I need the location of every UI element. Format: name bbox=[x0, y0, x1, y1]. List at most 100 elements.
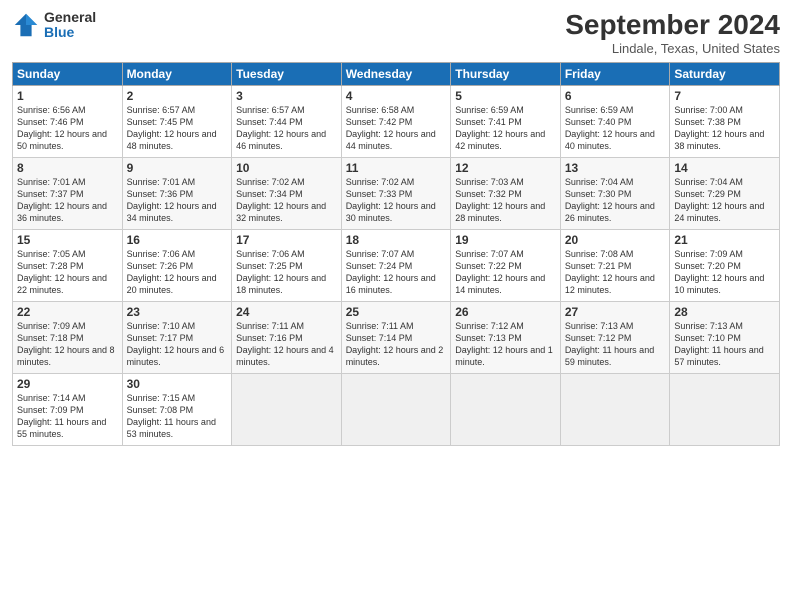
calendar-cell: 9Sunrise: 7:01 AMSunset: 7:36 PMDaylight… bbox=[122, 157, 232, 229]
day-info: Sunrise: 7:15 AMSunset: 7:08 PMDaylight:… bbox=[127, 392, 228, 441]
day-info: Sunrise: 7:00 AMSunset: 7:38 PMDaylight:… bbox=[674, 104, 775, 153]
day-number: 21 bbox=[674, 233, 775, 247]
calendar-cell: 24Sunrise: 7:11 AMSunset: 7:16 PMDayligh… bbox=[232, 301, 342, 373]
day-number: 8 bbox=[17, 161, 118, 175]
day-info: Sunrise: 7:13 AMSunset: 7:10 PMDaylight:… bbox=[674, 320, 775, 369]
day-number: 20 bbox=[565, 233, 666, 247]
calendar-week-row-3: 15Sunrise: 7:05 AMSunset: 7:28 PMDayligh… bbox=[13, 229, 780, 301]
day-info: Sunrise: 7:02 AMSunset: 7:33 PMDaylight:… bbox=[346, 176, 447, 225]
day-number: 12 bbox=[455, 161, 556, 175]
day-info: Sunrise: 7:07 AMSunset: 7:22 PMDaylight:… bbox=[455, 248, 556, 297]
day-number: 14 bbox=[674, 161, 775, 175]
calendar-cell: 22Sunrise: 7:09 AMSunset: 7:18 PMDayligh… bbox=[13, 301, 123, 373]
calendar-cell: 4Sunrise: 6:58 AMSunset: 7:42 PMDaylight… bbox=[341, 85, 451, 157]
calendar-table: Sunday Monday Tuesday Wednesday Thursday… bbox=[12, 62, 780, 446]
day-number: 2 bbox=[127, 89, 228, 103]
calendar-cell: 27Sunrise: 7:13 AMSunset: 7:12 PMDayligh… bbox=[560, 301, 670, 373]
calendar-cell: 29Sunrise: 7:14 AMSunset: 7:09 PMDayligh… bbox=[13, 373, 123, 445]
calendar-cell: 26Sunrise: 7:12 AMSunset: 7:13 PMDayligh… bbox=[451, 301, 561, 373]
calendar-cell: 19Sunrise: 7:07 AMSunset: 7:22 PMDayligh… bbox=[451, 229, 561, 301]
calendar-week-row-4: 22Sunrise: 7:09 AMSunset: 7:18 PMDayligh… bbox=[13, 301, 780, 373]
calendar-week-row-5: 29Sunrise: 7:14 AMSunset: 7:09 PMDayligh… bbox=[13, 373, 780, 445]
calendar-cell bbox=[670, 373, 780, 445]
calendar-week-row-2: 8Sunrise: 7:01 AMSunset: 7:37 PMDaylight… bbox=[13, 157, 780, 229]
calendar-cell: 17Sunrise: 7:06 AMSunset: 7:25 PMDayligh… bbox=[232, 229, 342, 301]
day-number: 3 bbox=[236, 89, 337, 103]
day-number: 17 bbox=[236, 233, 337, 247]
day-info: Sunrise: 7:01 AMSunset: 7:36 PMDaylight:… bbox=[127, 176, 228, 225]
day-info: Sunrise: 7:13 AMSunset: 7:12 PMDaylight:… bbox=[565, 320, 666, 369]
title-block: September 2024 Lindale, Texas, United St… bbox=[565, 10, 780, 56]
calendar-cell bbox=[341, 373, 451, 445]
day-info: Sunrise: 6:59 AMSunset: 7:41 PMDaylight:… bbox=[455, 104, 556, 153]
day-info: Sunrise: 7:03 AMSunset: 7:32 PMDaylight:… bbox=[455, 176, 556, 225]
calendar-cell bbox=[451, 373, 561, 445]
col-tuesday: Tuesday bbox=[232, 62, 342, 85]
day-info: Sunrise: 7:01 AMSunset: 7:37 PMDaylight:… bbox=[17, 176, 118, 225]
day-number: 23 bbox=[127, 305, 228, 319]
day-info: Sunrise: 6:58 AMSunset: 7:42 PMDaylight:… bbox=[346, 104, 447, 153]
col-thursday: Thursday bbox=[451, 62, 561, 85]
day-info: Sunrise: 7:08 AMSunset: 7:21 PMDaylight:… bbox=[565, 248, 666, 297]
calendar-cell bbox=[560, 373, 670, 445]
calendar-cell: 25Sunrise: 7:11 AMSunset: 7:14 PMDayligh… bbox=[341, 301, 451, 373]
day-info: Sunrise: 7:06 AMSunset: 7:25 PMDaylight:… bbox=[236, 248, 337, 297]
day-number: 4 bbox=[346, 89, 447, 103]
day-number: 16 bbox=[127, 233, 228, 247]
day-info: Sunrise: 7:11 AMSunset: 7:14 PMDaylight:… bbox=[346, 320, 447, 369]
calendar-cell: 28Sunrise: 7:13 AMSunset: 7:10 PMDayligh… bbox=[670, 301, 780, 373]
page-header: General Blue September 2024 Lindale, Tex… bbox=[12, 10, 780, 56]
day-number: 1 bbox=[17, 89, 118, 103]
day-number: 27 bbox=[565, 305, 666, 319]
day-number: 18 bbox=[346, 233, 447, 247]
col-wednesday: Wednesday bbox=[341, 62, 451, 85]
calendar-cell: 14Sunrise: 7:04 AMSunset: 7:29 PMDayligh… bbox=[670, 157, 780, 229]
calendar-cell: 10Sunrise: 7:02 AMSunset: 7:34 PMDayligh… bbox=[232, 157, 342, 229]
day-number: 9 bbox=[127, 161, 228, 175]
calendar-cell: 21Sunrise: 7:09 AMSunset: 7:20 PMDayligh… bbox=[670, 229, 780, 301]
calendar-cell: 23Sunrise: 7:10 AMSunset: 7:17 PMDayligh… bbox=[122, 301, 232, 373]
location-text: Lindale, Texas, United States bbox=[565, 41, 780, 56]
calendar-cell: 1Sunrise: 6:56 AMSunset: 7:46 PMDaylight… bbox=[13, 85, 123, 157]
day-number: 22 bbox=[17, 305, 118, 319]
calendar-cell: 8Sunrise: 7:01 AMSunset: 7:37 PMDaylight… bbox=[13, 157, 123, 229]
col-friday: Friday bbox=[560, 62, 670, 85]
col-saturday: Saturday bbox=[670, 62, 780, 85]
calendar-cell: 13Sunrise: 7:04 AMSunset: 7:30 PMDayligh… bbox=[560, 157, 670, 229]
day-number: 13 bbox=[565, 161, 666, 175]
col-sunday: Sunday bbox=[13, 62, 123, 85]
day-info: Sunrise: 6:59 AMSunset: 7:40 PMDaylight:… bbox=[565, 104, 666, 153]
calendar-cell: 30Sunrise: 7:15 AMSunset: 7:08 PMDayligh… bbox=[122, 373, 232, 445]
day-info: Sunrise: 7:14 AMSunset: 7:09 PMDaylight:… bbox=[17, 392, 118, 441]
calendar-cell: 15Sunrise: 7:05 AMSunset: 7:28 PMDayligh… bbox=[13, 229, 123, 301]
day-number: 29 bbox=[17, 377, 118, 391]
calendar-cell: 12Sunrise: 7:03 AMSunset: 7:32 PMDayligh… bbox=[451, 157, 561, 229]
day-number: 10 bbox=[236, 161, 337, 175]
day-number: 25 bbox=[346, 305, 447, 319]
logo: General Blue bbox=[12, 10, 96, 41]
day-info: Sunrise: 7:04 AMSunset: 7:29 PMDaylight:… bbox=[674, 176, 775, 225]
day-info: Sunrise: 6:57 AMSunset: 7:44 PMDaylight:… bbox=[236, 104, 337, 153]
day-info: Sunrise: 7:11 AMSunset: 7:16 PMDaylight:… bbox=[236, 320, 337, 369]
day-info: Sunrise: 6:56 AMSunset: 7:46 PMDaylight:… bbox=[17, 104, 118, 153]
day-info: Sunrise: 7:02 AMSunset: 7:34 PMDaylight:… bbox=[236, 176, 337, 225]
calendar-cell bbox=[232, 373, 342, 445]
day-number: 5 bbox=[455, 89, 556, 103]
logo-general-text: General bbox=[44, 10, 96, 25]
calendar-week-row-1: 1Sunrise: 6:56 AMSunset: 7:46 PMDaylight… bbox=[13, 85, 780, 157]
calendar-cell: 11Sunrise: 7:02 AMSunset: 7:33 PMDayligh… bbox=[341, 157, 451, 229]
day-number: 6 bbox=[565, 89, 666, 103]
day-number: 15 bbox=[17, 233, 118, 247]
day-number: 26 bbox=[455, 305, 556, 319]
calendar-cell: 5Sunrise: 6:59 AMSunset: 7:41 PMDaylight… bbox=[451, 85, 561, 157]
day-info: Sunrise: 7:10 AMSunset: 7:17 PMDaylight:… bbox=[127, 320, 228, 369]
calendar-cell: 16Sunrise: 7:06 AMSunset: 7:26 PMDayligh… bbox=[122, 229, 232, 301]
day-number: 30 bbox=[127, 377, 228, 391]
day-number: 19 bbox=[455, 233, 556, 247]
col-monday: Monday bbox=[122, 62, 232, 85]
day-info: Sunrise: 7:12 AMSunset: 7:13 PMDaylight:… bbox=[455, 320, 556, 369]
calendar-cell: 20Sunrise: 7:08 AMSunset: 7:21 PMDayligh… bbox=[560, 229, 670, 301]
day-info: Sunrise: 7:07 AMSunset: 7:24 PMDaylight:… bbox=[346, 248, 447, 297]
calendar-header-row: Sunday Monday Tuesday Wednesday Thursday… bbox=[13, 62, 780, 85]
day-info: Sunrise: 7:09 AMSunset: 7:18 PMDaylight:… bbox=[17, 320, 118, 369]
